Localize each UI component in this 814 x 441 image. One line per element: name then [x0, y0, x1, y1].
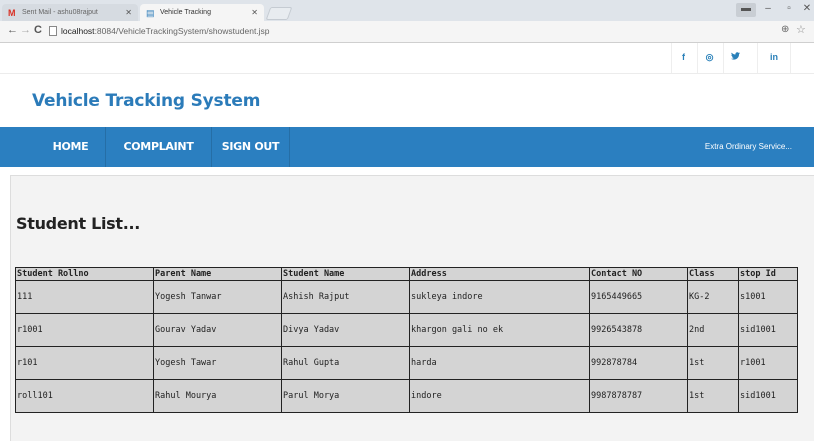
linkedin-icon[interactable]: in	[757, 43, 791, 73]
tab-label: Sent Mail - ashu08rajput	[22, 9, 98, 16]
cell-address: indore	[409, 379, 590, 413]
bookmark-star-icon[interactable]: ☆	[796, 23, 806, 36]
cell-address: sukleya indore	[409, 280, 590, 314]
zoom-icon[interactable]: ⊕	[781, 24, 789, 35]
url-input[interactable]: localhost:8084/VehicleTrackingSystem/sho…	[61, 26, 270, 36]
cell-class: 2nd	[687, 313, 739, 347]
page-info-icon[interactable]	[49, 26, 57, 36]
page-icon: ▤	[146, 8, 155, 18]
table-row: r1001 Gourav Yadav Divya Yadav khargon g…	[15, 313, 798, 347]
column-header-stop-id: stop Id	[738, 267, 798, 281]
url-path: :8084/VehicleTrackingSystem/showstudent.…	[94, 26, 270, 36]
gmail-icon: M	[8, 8, 16, 18]
column-header-class: Class	[687, 267, 739, 281]
cell-stop-id: sid1001	[738, 313, 798, 347]
site-title[interactable]: Vehicle Tracking System	[32, 91, 260, 111]
cell-class: KG-2	[687, 280, 739, 314]
forward-arrow-icon[interactable]: →	[20, 24, 31, 36]
cell-stop-id: s1001	[738, 280, 798, 314]
column-header-address: Address	[409, 267, 590, 281]
cell-rollno: 111	[15, 280, 154, 314]
cell-rollno: roll101	[15, 379, 154, 413]
cell-rollno: r101	[15, 346, 154, 380]
cell-student-name: Ashish Rajput	[281, 280, 410, 314]
cell-parent-name: Yogesh Tanwar	[153, 280, 282, 314]
column-header-parent-name: Parent Name	[153, 267, 282, 281]
cell-class: 1st	[687, 346, 739, 380]
cell-class: 1st	[687, 379, 739, 413]
student-table: Student Rollno Parent Name Student Name …	[15, 267, 798, 413]
close-window-icon[interactable]: ✕	[800, 3, 814, 17]
cell-student-name: Rahul Gupta	[281, 346, 410, 380]
browser-tab-bar: M Sent Mail - ashu08rajput ✕ ▤ Vehicle T…	[0, 0, 814, 21]
cell-contact: 9987878787	[589, 379, 688, 413]
cell-parent-name: Gourav Yadav	[153, 313, 282, 347]
cell-contact: 992878784	[589, 346, 688, 380]
nav-home-link[interactable]: HOME	[36, 127, 106, 167]
cell-rollno: r1001	[15, 313, 154, 347]
user-profile-icon[interactable]: ▬	[736, 3, 756, 17]
url-host: localhost	[61, 26, 95, 36]
column-header-contact: Contact NO	[589, 267, 688, 281]
facebook-icon[interactable]: f	[671, 43, 695, 73]
cell-address: harda	[409, 346, 590, 380]
maximize-icon[interactable]: ▫	[780, 3, 798, 17]
divider	[0, 73, 814, 74]
browser-tab-gmail[interactable]: M Sent Mail - ashu08rajput ✕	[2, 4, 138, 21]
table-row: 111 Yogesh Tanwar Ashish Rajput sukleya …	[15, 280, 798, 314]
table-row: r101 Yogesh Tawar Rahul Gupta harda 9928…	[15, 346, 798, 380]
cell-student-name: Parul Morya	[281, 379, 410, 413]
tab-label: Vehicle Tracking	[160, 9, 211, 16]
browser-tab-vehicle-tracking[interactable]: ▤ Vehicle Tracking ✕	[140, 4, 264, 21]
address-bar: ← → C localhost:8084/VehicleTrackingSyst…	[0, 21, 814, 43]
twitter-icon[interactable]	[723, 43, 747, 73]
cell-stop-id: sid1001	[738, 379, 798, 413]
close-tab-icon[interactable]: ✕	[251, 8, 258, 17]
main-navbar: HOME COMPLAINT SIGN OUT Extra Ordinary S…	[0, 127, 814, 167]
cell-contact: 9165449665	[589, 280, 688, 314]
twitter-bird-shape	[731, 52, 740, 60]
minimize-icon[interactable]: –	[758, 3, 778, 17]
cell-parent-name: Yogesh Tawar	[153, 346, 282, 380]
column-header-student-name: Student Name	[281, 267, 410, 281]
cell-student-name: Divya Yadav	[281, 313, 410, 347]
dribbble-icon[interactable]: ◎	[697, 43, 721, 73]
cell-stop-id: r1001	[738, 346, 798, 380]
page-title: Student List...	[16, 214, 141, 233]
table-row: roll101 Rahul Mourya Parul Morya indore …	[15, 379, 798, 413]
nav-complaint-link[interactable]: COMPLAINT	[106, 127, 212, 167]
cell-contact: 9926543878	[589, 313, 688, 347]
tagline: Extra Ordinary Service...	[704, 142, 792, 151]
cell-parent-name: Rahul Mourya	[153, 379, 282, 413]
back-arrow-icon[interactable]: ←	[7, 24, 18, 36]
close-tab-icon[interactable]: ✕	[125, 8, 132, 17]
reload-icon[interactable]: C	[34, 24, 42, 36]
cell-address: khargon gali no ek	[409, 313, 590, 347]
table-header-row: Student Rollno Parent Name Student Name …	[15, 267, 798, 281]
new-tab-button[interactable]	[265, 7, 293, 20]
column-header-rollno: Student Rollno	[15, 267, 154, 281]
nav-signout-link[interactable]: SIGN OUT	[212, 127, 290, 167]
